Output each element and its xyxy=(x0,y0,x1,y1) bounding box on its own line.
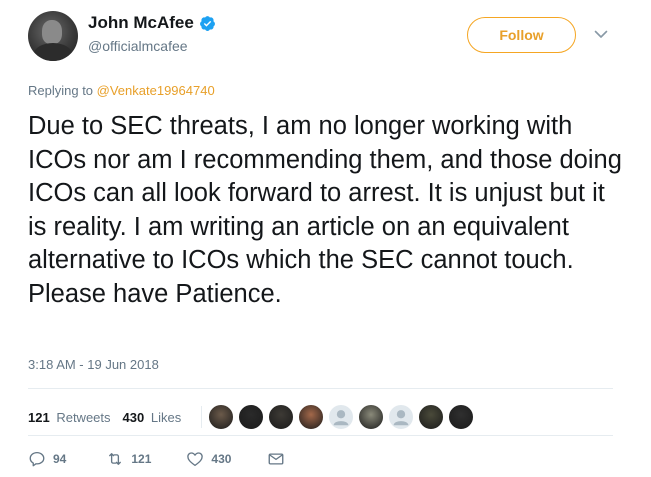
like-count: 430 xyxy=(211,452,232,466)
avatar-body xyxy=(34,43,72,61)
verified-badge-icon xyxy=(199,15,215,31)
tweet-card: John McAfee @officialmcafee Follow Reply… xyxy=(0,0,651,477)
liker-avatar[interactable] xyxy=(328,404,355,430)
retweets-stat-count: 121 xyxy=(28,409,50,425)
reply-icon xyxy=(29,451,45,467)
tweet-text: Due to SEC threats, I am no longer worki… xyxy=(28,112,622,308)
tweet-timestamp[interactable]: 3:18 AM - 19 Jun 2018 xyxy=(28,357,159,372)
retweet-action[interactable]: 121 xyxy=(106,450,151,468)
liker-avatar[interactable] xyxy=(358,404,385,430)
default-avatar-icon xyxy=(393,410,409,426)
author-avatar[interactable] xyxy=(28,11,78,61)
chevron-down-icon[interactable] xyxy=(594,29,608,39)
avatar-face xyxy=(42,20,62,44)
heart-icon xyxy=(187,452,204,467)
author-handle[interactable]: @officialmcafee xyxy=(88,38,188,54)
liker-avatar[interactable] xyxy=(298,404,325,430)
liker-avatar[interactable] xyxy=(418,404,445,430)
reply-count: 94 xyxy=(53,452,67,466)
liker-avatar[interactable] xyxy=(448,404,475,430)
direct-message-action[interactable] xyxy=(267,450,292,468)
retweet-icon xyxy=(109,453,122,465)
likes-stat[interactable]: 430 Likes xyxy=(123,410,182,425)
envelope-icon xyxy=(268,453,284,465)
retweets-stat-label: Retweets xyxy=(56,409,111,425)
tweet-actions: 94 121 430 xyxy=(28,450,292,468)
tweet-stats: 121 Retweets 430 Likes xyxy=(28,404,478,430)
retweet-count: 121 xyxy=(131,452,152,466)
retweets-stat[interactable]: 121 Retweets xyxy=(28,410,111,425)
stats-separator xyxy=(201,406,203,428)
reply-action[interactable]: 94 xyxy=(28,450,66,468)
default-avatar-icon xyxy=(333,410,349,426)
liker-avatar[interactable] xyxy=(208,404,235,430)
follow-button[interactable]: Follow xyxy=(467,17,576,53)
like-action[interactable]: 430 xyxy=(186,450,231,468)
replying-to-line: Replying to @Venkate19964740 xyxy=(28,83,215,98)
liker-avatar[interactable] xyxy=(268,404,295,430)
divider xyxy=(28,435,613,436)
liker-avatar[interactable] xyxy=(238,404,265,430)
author-name-row: John McAfee xyxy=(88,13,216,33)
likes-stat-count: 430 xyxy=(122,409,145,425)
author-display-name[interactable]: John McAfee xyxy=(88,13,194,33)
liker-avatars xyxy=(208,404,478,430)
liker-avatar[interactable] xyxy=(388,404,415,430)
replying-to-mention-link[interactable]: @Venkate19964740 xyxy=(97,83,215,98)
likes-stat-label: Likes xyxy=(150,409,182,425)
divider xyxy=(28,388,613,389)
replying-to-label: Replying to xyxy=(28,83,97,98)
